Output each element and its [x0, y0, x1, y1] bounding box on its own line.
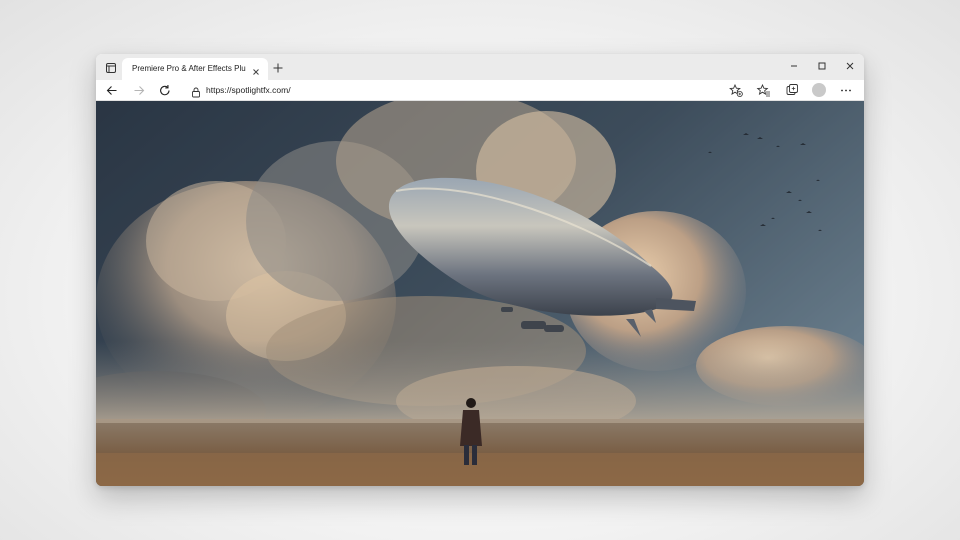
- collections-icon[interactable]: [784, 83, 800, 98]
- tab-close-icon[interactable]: [251, 64, 261, 75]
- hero-image: [96, 101, 864, 486]
- tab-title: Premiere Pro & After Effects Plugin...: [132, 64, 246, 73]
- maximize-icon[interactable]: [814, 59, 830, 73]
- more-icon[interactable]: [838, 83, 854, 98]
- url-text[interactable]: https://spotlightfx.com/: [206, 85, 291, 95]
- star-plus-icon[interactable]: [728, 83, 744, 98]
- lock-icon[interactable]: [191, 85, 201, 98]
- new-tab-plus-icon[interactable]: [272, 61, 284, 73]
- avatar[interactable]: [812, 83, 826, 97]
- refresh-icon[interactable]: [157, 83, 173, 98]
- arrow-right-icon[interactable]: [131, 83, 147, 98]
- arrow-left-icon[interactable]: [104, 83, 120, 98]
- tab-active[interactable]: Premiere Pro & After Effects Plugin...: [122, 58, 268, 80]
- minimize-icon[interactable]: [786, 59, 802, 73]
- browser-window: Premiere Pro & After Effects Plugin...: [96, 54, 864, 486]
- title-bar: Premiere Pro & After Effects Plugin...: [96, 54, 864, 80]
- address-bar[interactable]: https://spotlightfx.com/: [188, 83, 728, 98]
- star-list-icon[interactable]: [756, 83, 772, 98]
- tab-actions-icon[interactable]: [105, 61, 117, 73]
- toolbar: https://spotlightfx.com/: [96, 80, 864, 101]
- window-close-icon[interactable]: [842, 59, 858, 73]
